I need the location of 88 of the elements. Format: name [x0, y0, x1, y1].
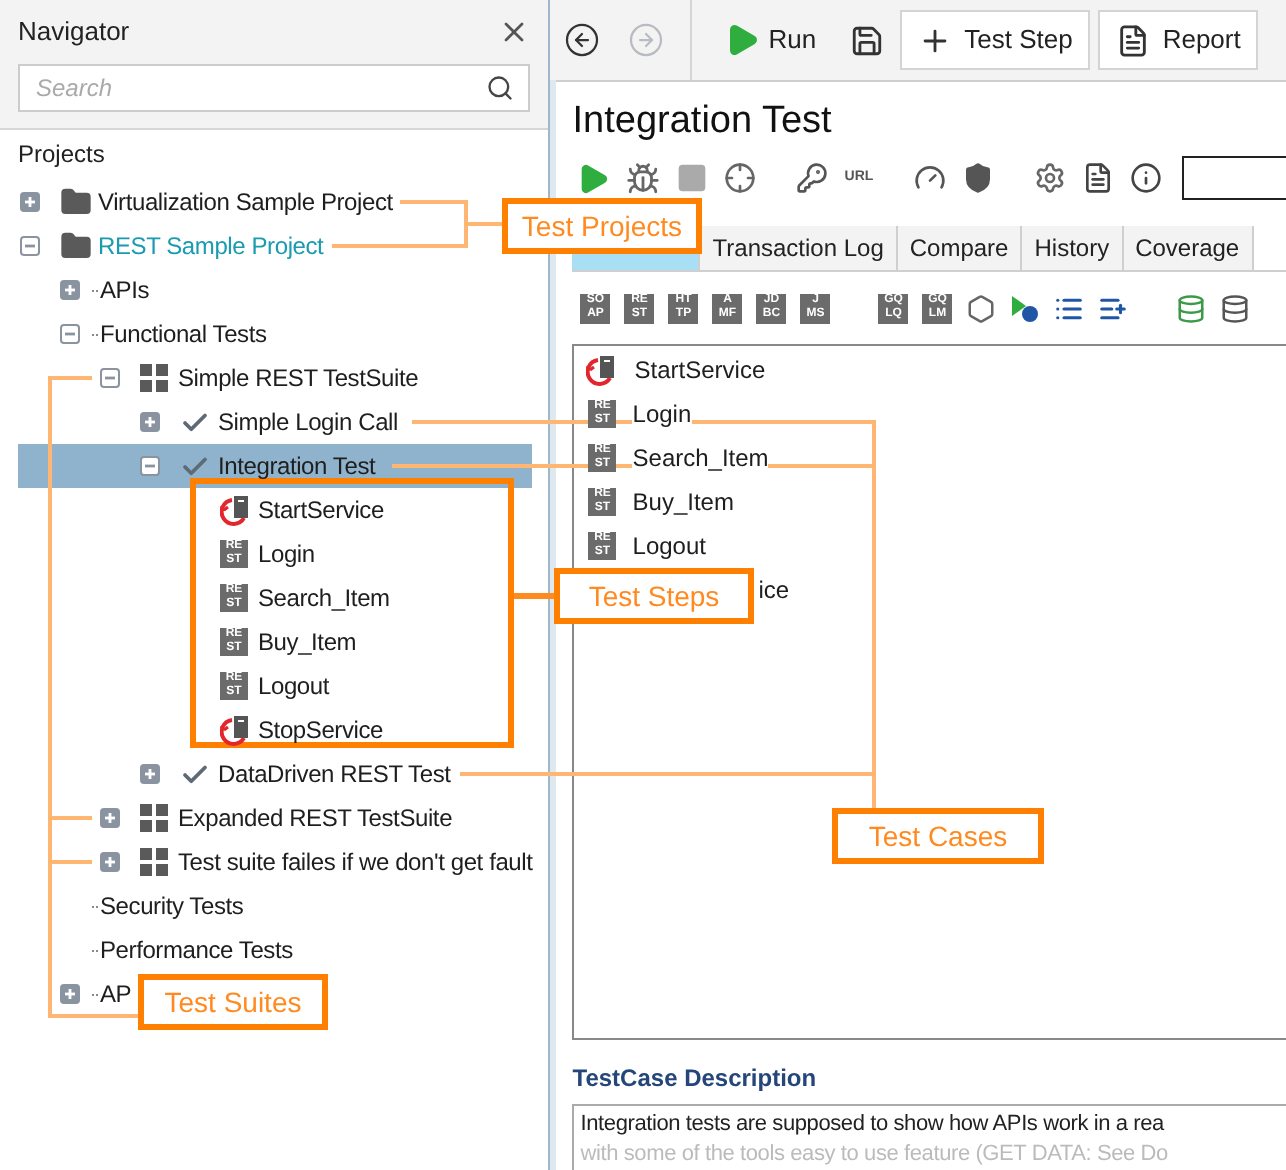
tree-item[interactable]: APIs — [18, 268, 150, 312]
service-icon — [586, 354, 619, 386]
expand-icon[interactable] — [140, 412, 160, 432]
expand-icon[interactable] — [140, 764, 160, 784]
report-button[interactable]: Report — [1098, 10, 1259, 70]
description-label: TestCase Description — [572, 1062, 819, 1096]
tree-item[interactable]: Expanded REST TestSuite — [18, 796, 453, 840]
tree-item[interactable]: Performance Tests — [18, 928, 293, 972]
tab[interactable]: Coverage — [1123, 226, 1254, 270]
tree-label: Performance Tests — [100, 934, 293, 968]
tab[interactable]: Transaction Log — [700, 226, 898, 270]
tree-label: REST Sample Project — [98, 230, 324, 264]
database-icon[interactable] — [1176, 293, 1207, 323]
tree-label: Logout — [258, 670, 330, 704]
folder-icon — [60, 230, 92, 262]
tree-item[interactable]: Simple Login Call — [18, 400, 398, 444]
tree-label: Integration Test — [218, 450, 376, 484]
tree-label: APIs — [100, 274, 150, 308]
collapse-icon[interactable] — [20, 236, 40, 256]
expand-icon[interactable] — [60, 280, 80, 300]
step-item[interactable]: StartService — [586, 348, 766, 392]
list-add-icon[interactable] — [1098, 293, 1129, 323]
service-icon — [220, 494, 252, 526]
tree-label: Simple REST TestSuite — [178, 362, 419, 396]
callout: Test Projects — [502, 198, 702, 254]
tree-label: Functional Tests — [100, 318, 267, 352]
key-icon[interactable] — [796, 162, 829, 194]
settings-icon[interactable] — [1033, 162, 1066, 194]
tree-item[interactable]: Test suite failes if we don't get fault — [18, 840, 533, 884]
tree-label: AP — [100, 978, 132, 1012]
expand-icon[interactable] — [100, 852, 120, 872]
search-icon[interactable] — [486, 74, 515, 102]
expand-icon[interactable] — [60, 984, 80, 1004]
service-icon — [220, 714, 252, 746]
gauge-icon[interactable] — [913, 162, 946, 194]
collapse-icon[interactable] — [140, 456, 160, 476]
tree-item[interactable]: Simple REST TestSuite — [18, 356, 419, 400]
database-icon[interactable] — [1220, 293, 1251, 323]
collapse-icon[interactable] — [60, 324, 80, 344]
save-icon — [849, 23, 884, 57]
tree-label: Buy_Item — [258, 626, 357, 660]
collapse-icon[interactable] — [100, 368, 120, 388]
bug-icon[interactable] — [626, 161, 661, 195]
add-step-button[interactable]: Test Step — [900, 10, 1091, 70]
tree-label: StartService — [258, 494, 384, 528]
grid-icon — [140, 364, 168, 392]
tree-item[interactable]: StopService — [18, 708, 383, 752]
tab[interactable]: History — [1022, 226, 1124, 270]
tree-item[interactable]: Security Tests — [18, 884, 244, 928]
document-icon[interactable] — [1081, 162, 1114, 194]
tree-label: Expanded REST TestSuite — [178, 802, 453, 836]
tree-item[interactable]: DataDriven REST Test — [18, 752, 451, 796]
description-field[interactable]: Integration tests are supposed to show how APIs work in a rea with some of the tools easy to use feature (GET DATA: See Do — [572, 1104, 1286, 1170]
tree-item[interactable]: Functional Tests — [18, 312, 267, 356]
tab[interactable]: Compare — [897, 226, 1023, 270]
play-dot-icon[interactable] — [1010, 293, 1041, 323]
document-icon — [1116, 23, 1151, 57]
shield-icon[interactable] — [961, 162, 994, 194]
tree-label: StopService — [258, 714, 383, 748]
expand-icon[interactable] — [20, 192, 40, 212]
crosshair-icon[interactable] — [724, 162, 757, 194]
grid-icon — [140, 804, 168, 832]
expand-icon[interactable] — [100, 808, 120, 828]
tree-item[interactable]: Virtualization Sample Project — [18, 180, 393, 224]
tree-label: Search_Item — [258, 582, 390, 616]
folder-icon — [60, 186, 92, 218]
panel-title: Navigator — [18, 14, 130, 51]
editor-title: Integration Test — [572, 97, 834, 145]
tree-label: Test suite failes if we don't get fault — [178, 846, 533, 880]
hexagon-icon[interactable] — [966, 293, 997, 323]
play-icon — [724, 22, 761, 58]
list-icon[interactable] — [1054, 293, 1085, 323]
tree-label: Virtualization Sample Project — [98, 186, 393, 220]
tree-label: Security Tests — [100, 890, 244, 924]
callout: Test Steps — [554, 568, 754, 624]
grid-icon — [140, 848, 168, 876]
callout: Test Suites — [138, 974, 328, 1030]
run-icon[interactable] — [576, 161, 611, 195]
tree-label: DataDriven REST Test — [218, 758, 451, 792]
tree-label: Simple Login Call — [218, 406, 398, 440]
search-field[interactable] — [1181, 156, 1286, 200]
tree-item[interactable]: AP — [18, 972, 132, 1016]
section-label: Projects — [18, 138, 107, 172]
run-button[interactable]: Run — [708, 10, 833, 70]
tree-label: Login — [258, 538, 315, 572]
tree-item[interactable]: StartService — [18, 488, 384, 532]
callout: Test Cases — [832, 808, 1044, 864]
info-icon[interactable] — [1129, 162, 1162, 194]
